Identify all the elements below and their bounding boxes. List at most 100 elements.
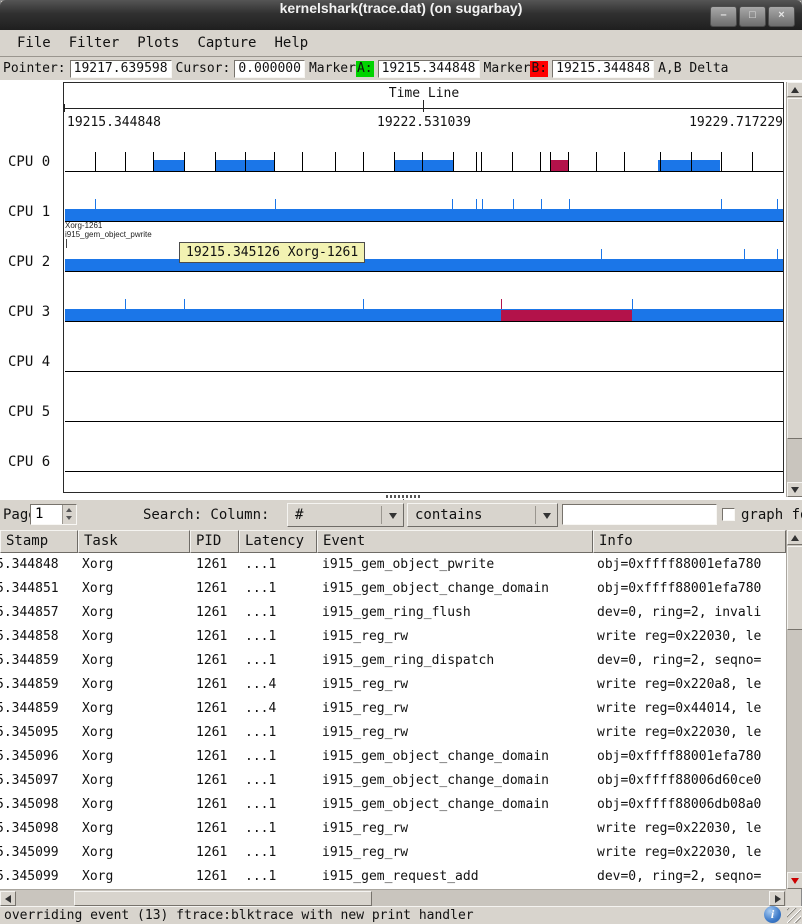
match-dropdown[interactable]: contains <box>407 503 558 527</box>
cpu-1-event-tick <box>777 199 778 209</box>
table-row[interactable]: 5.344859Xorg1261...4i915_reg_rwwrite reg… <box>0 697 786 721</box>
graph-vertical-scrollbar[interactable] <box>786 82 802 497</box>
pane-splitter-handle[interactable] <box>386 495 420 498</box>
window-title: kernelshark(trace.dat) (on sugarbay) <box>0 0 802 30</box>
cpu-label-5: CPU 5 <box>8 404 50 420</box>
page-spinner-buttons[interactable] <box>62 505 76 524</box>
table-row[interactable]: 5.345098Xorg1261...1i915_reg_rwwrite reg… <box>0 817 786 841</box>
cell: ...1 <box>245 577 276 601</box>
table-row[interactable]: 5.344859Xorg1261...4i915_reg_rwwrite reg… <box>0 673 786 697</box>
table-row[interactable]: 5.345096Xorg1261...1i915_gem_object_chan… <box>0 745 786 769</box>
cpu-baseline-0 <box>65 171 783 172</box>
cpu-2-event-tick <box>777 249 778 259</box>
cursor-label: Cursor: <box>176 61 231 76</box>
cell: 1261 <box>196 841 227 865</box>
cell: 1261 <box>196 865 227 889</box>
cell: i915_reg_rw <box>322 697 408 721</box>
column-header-task[interactable]: Task <box>78 530 190 553</box>
table-row[interactable]: 5.344858Xorg1261...1i915_reg_rwwrite reg… <box>0 625 786 649</box>
table-row[interactable]: 5.344859Xorg1261...1i915_gem_ring_dispat… <box>0 649 786 673</box>
scroll-down-button-marker[interactable] <box>787 872 802 889</box>
axis-label-right: 19229.717229 <box>64 115 783 130</box>
arrow-up-icon <box>791 535 799 541</box>
event-table[interactable]: 5.344848Xorg1261...1i915_gem_object_pwri… <box>0 553 786 889</box>
column-header-event[interactable]: Event <box>317 530 593 553</box>
scroll-up-button[interactable] <box>787 82 802 97</box>
menu-item-capture[interactable]: Capture <box>188 30 265 56</box>
graph-section[interactable]: Time Line 19215.344848 19222.531039 1922… <box>0 80 802 500</box>
graph-follows-checkbox[interactable] <box>722 508 735 521</box>
column-dropdown[interactable]: # <box>287 503 404 527</box>
scroll-left-button[interactable] <box>0 891 16 906</box>
table-row[interactable]: 5.345099Xorg1261...1i915_reg_rwwrite reg… <box>0 841 786 865</box>
page-spinner[interactable]: 1 <box>30 504 77 525</box>
cell: write reg=0x22030, le <box>597 721 761 745</box>
table-row[interactable]: 5.345095Xorg1261...1i915_reg_rwwrite reg… <box>0 721 786 745</box>
menu-item-plots[interactable]: Plots <box>128 30 188 56</box>
info-icon[interactable]: i <box>764 906 781 923</box>
scroll-right-button[interactable] <box>769 891 785 906</box>
horizontal-scrollbar-thumb[interactable] <box>74 891 372 906</box>
table-row[interactable]: 5.345098Xorg1261...1i915_gem_object_chan… <box>0 793 786 817</box>
cpu-baseline-1 <box>65 221 783 222</box>
minimize-button[interactable]: – <box>710 6 737 27</box>
cpu-0-event-block <box>153 160 184 171</box>
table-row[interactable]: 5.344857Xorg1261...1i915_gem_ring_flushd… <box>0 601 786 625</box>
cpu-label-4: CPU 4 <box>8 354 50 370</box>
column-header-stamp[interactable]: Stamp <box>0 530 78 553</box>
cell: Xorg <box>82 721 113 745</box>
cell: 5.344859 <box>0 649 59 673</box>
menu-item-file[interactable]: File <box>8 30 60 56</box>
table-row[interactable]: 5.344851Xorg1261...1i915_gem_object_chan… <box>0 577 786 601</box>
cpu-1-event-tick <box>513 199 514 209</box>
cell: Xorg <box>82 601 113 625</box>
cpu-bar-2 <box>65 259 783 271</box>
cpu-0-event-tick <box>453 152 454 171</box>
column-header-pid[interactable]: PID <box>190 530 239 553</box>
scroll-down-button[interactable] <box>787 482 802 497</box>
resize-grip-icon[interactable] <box>787 908 801 923</box>
cpu-bar-1 <box>65 209 783 221</box>
graph-scrollbar-thumb[interactable] <box>787 98 802 439</box>
cell: write reg=0x22030, le <box>597 625 761 649</box>
table-vertical-scrollbar[interactable] <box>786 530 802 889</box>
table-row[interactable]: 5.344848Xorg1261...1i915_gem_object_pwri… <box>0 553 786 577</box>
cpu-0-event-tick <box>550 152 551 171</box>
cpu-0-event-tick <box>394 152 395 171</box>
cell: obj=0xffff88001efa780 <box>597 745 761 769</box>
close-button[interactable]: × <box>768 6 795 27</box>
table-scrollbar-thumb[interactable] <box>787 546 802 630</box>
title-bar[interactable]: kernelshark(trace.dat) (on sugarbay) – □… <box>0 0 802 30</box>
cell: ...1 <box>245 841 276 865</box>
scroll-up-button[interactable] <box>787 530 802 545</box>
cpu-0-event-tick <box>125 152 126 171</box>
horizontal-scrollbar[interactable] <box>0 889 786 906</box>
table-row[interactable]: 5.345099Xorg1261...1i915_gem_request_add… <box>0 865 786 889</box>
arrow-down-red-icon <box>791 878 799 884</box>
cell: i915_gem_object_change_domain <box>322 577 549 601</box>
cell: dev=0, ring=2, invali <box>597 601 761 625</box>
column-header-info[interactable]: Info <box>593 530 786 553</box>
arrow-up-icon <box>791 87 799 93</box>
cell: dev=0, ring=2, seqno= <box>597 865 761 889</box>
search-input[interactable] <box>562 504 717 525</box>
match-dropdown-value: contains <box>415 507 482 523</box>
cell: 1261 <box>196 577 227 601</box>
cell: 1261 <box>196 625 227 649</box>
cell: ...1 <box>245 817 276 841</box>
column-header-latency[interactable]: Latency <box>239 530 317 553</box>
cell: i915_gem_ring_dispatch <box>322 649 494 673</box>
axis-tick-right <box>783 104 784 112</box>
menu-item-filter[interactable]: Filter <box>60 30 129 56</box>
cpu-3-event-tick <box>632 299 633 309</box>
menu-item-help[interactable]: Help <box>265 30 317 56</box>
spinner-up-icon <box>66 508 72 512</box>
cell: Xorg <box>82 817 113 841</box>
cell: 1261 <box>196 793 227 817</box>
timeline-plot-frame[interactable] <box>63 82 784 493</box>
table-row[interactable]: 5.345097Xorg1261...1i915_gem_object_chan… <box>0 769 786 793</box>
cpu-label-2: CPU 2 <box>8 254 50 270</box>
cpu-3-event-tick <box>184 299 185 309</box>
maximize-button[interactable]: □ <box>739 6 766 27</box>
cell: 1261 <box>196 817 227 841</box>
